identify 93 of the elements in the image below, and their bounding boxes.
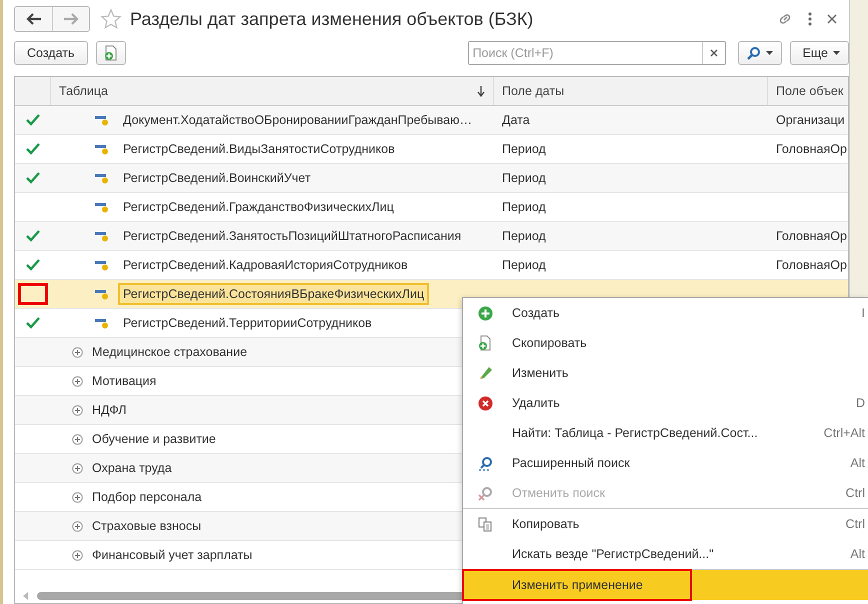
caret-icon [766,51,773,55]
expand-icon[interactable] [72,520,83,532]
table-cell: Дата [502,113,530,127]
check-icon [26,172,40,184]
table-cell: ГоловнаяОр [776,229,847,243]
table-cell-text: Документ.ХодатайствоОБронированииГражданПребываю… [122,112,473,129]
highlight-frame [18,283,48,305]
expand-icon[interactable] [72,434,83,444]
more-button[interactable]: Еще [790,41,849,65]
column-header[interactable]: Поле объек [768,77,848,105]
register-icon [95,143,109,155]
menu-item[interactable]: Расширенный поиск Alt [463,448,868,478]
table-cell-text: РегистрСведений.ВидыЗанятостиСотрудников [122,141,396,158]
menu-item[interactable]: Изменить [463,358,868,388]
register-icon [95,317,109,329]
column-header[interactable]: Таблица [51,77,494,105]
table-cell: РегистрСведений.СостоянияВБракеФизическихЛиц [118,283,430,305]
document-plus-icon [104,45,118,61]
register-icon [95,259,109,271]
shortcut-label: Alt [850,547,865,561]
create-button[interactable]: Создать [14,41,88,65]
column-header[interactable]: Поле даты [494,77,768,105]
group-title[interactable]: НДФЛ [92,403,127,417]
shortcut-label: I [862,306,865,320]
copy-button[interactable] [96,41,126,65]
close-icon[interactable] [827,14,837,24]
close-icon [710,49,718,57]
shortcut-label: Alt [850,456,865,470]
expand-icon[interactable] [72,462,83,474]
group-title[interactable]: Страховые взносы [92,519,202,533]
register-icon [95,230,109,242]
search-icon [746,46,761,60]
table-row[interactable]: РегистрСведений.ЗанятостьПозицийШтатногоРасписания Период ГоловнаяОр [15,222,848,251]
table-cell: Период [502,258,546,272]
cancel-search-icon [478,486,493,500]
copy-icon [478,516,493,532]
table-row[interactable]: РегистрСведений.ВоинскийУчет Период [15,164,848,193]
check-icon [26,230,40,242]
group-title[interactable]: Мотивация [92,374,156,388]
search-field[interactable]: Поиск (Ctrl+F) [468,41,726,65]
window-title: Разделы дат запрета изменения объектов (БЗК) [130,8,534,30]
check-icon [26,114,40,126]
pencil-icon [478,366,493,380]
register-icon [95,172,109,184]
shortcut-label: Ctrl [846,517,865,531]
table-cell: Период [502,200,546,214]
register-icon [95,288,109,300]
table-cell: Организаци [776,113,845,127]
group-title[interactable]: Медицинское страхование [92,345,248,359]
table-cell-text: РегистрСведений.ТерриторииСотрудников [122,315,373,332]
table-cell: ГоловнаяОр [776,258,847,272]
document-plus-icon [478,335,492,351]
shortcut-label: Ctrl+Alt [824,426,865,440]
expand-icon[interactable] [72,346,83,358]
register-icon [95,114,109,126]
expand-icon[interactable] [72,492,83,502]
table-cell-text: РегистрСведений.ГражданствоФизическихЛиц [122,199,395,216]
caret-icon [833,51,840,55]
delete-icon [478,396,493,410]
menu-item[interactable]: Искать везде "РегистрСведений..." Alt [463,539,868,569]
table-cell-text: РегистрСведений.КадроваяИсторияСотрудников [122,257,409,274]
plus-icon [478,306,493,320]
group-title[interactable]: Охрана труда [92,461,172,475]
table-cell: Период [502,142,546,156]
group-title[interactable]: Подбор персонала [92,490,202,504]
shortcut-label: Ctrl [846,486,865,500]
group-title[interactable]: Обучение и развитие [92,432,216,446]
left-arrow-icon [26,13,42,25]
table-cell-text: РегистрСведений.ВоинскийУчет [122,170,312,187]
table-cell-text: РегистрСведений.ЗанятостьПозицийШтатногоРасписания [122,228,462,245]
check-icon [26,317,40,329]
shortcut-label: D [856,396,865,410]
star-icon[interactable] [100,8,122,30]
table-cell: Период [502,229,546,243]
search-icon [478,456,493,470]
table-cell: ГоловнаяОр [776,142,847,156]
check-icon [26,143,40,155]
expand-icon[interactable] [72,550,83,560]
scroll-left-icon [23,592,29,600]
more-icon[interactable] [807,12,813,26]
register-icon [95,201,109,213]
check-icon [26,259,40,271]
right-arrow-icon [63,13,79,25]
group-title[interactable]: Финансовый учет зарплаты [92,548,252,562]
expand-icon[interactable] [72,404,83,416]
menu-item[interactable]: Изменить применение [463,570,868,600]
search-button[interactable] [738,41,782,65]
expand-icon[interactable] [72,376,83,386]
menu-item[interactable]: Копировать Ctrl [463,509,868,539]
menu-item[interactable]: Удалить D [463,388,868,418]
table-cell: Период [502,171,546,185]
table-row[interactable]: Документ.ХодатайствоОБронированииГражданПребываю… Дата Организаци [15,106,848,135]
menu-item[interactable]: Найти: Таблица - РегистрСведений.Сост... Ctrl+Alt [463,418,868,448]
